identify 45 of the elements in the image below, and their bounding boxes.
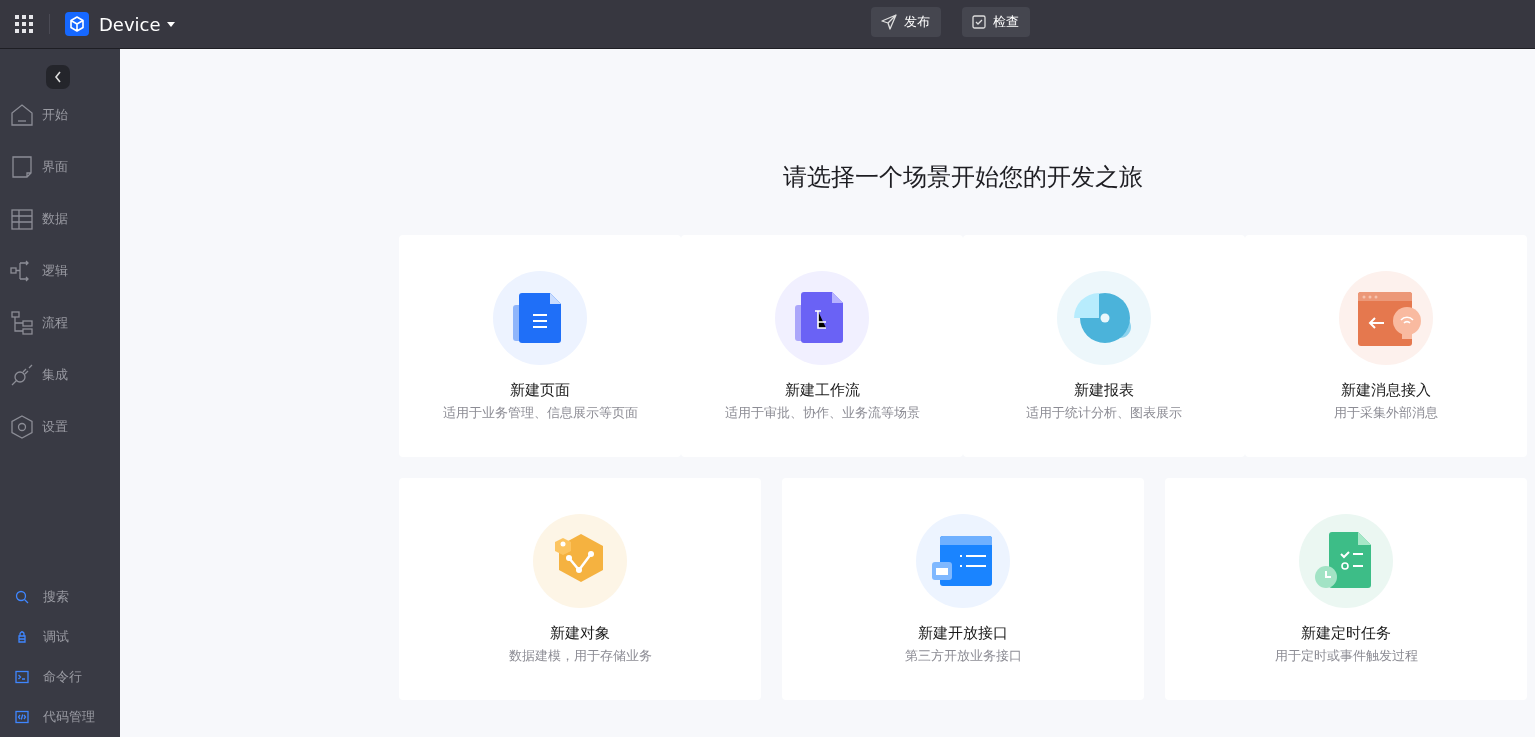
page-icon — [10, 155, 34, 179]
sidebar-item[interactable]: 数据 — [0, 193, 120, 245]
home-icon — [10, 103, 34, 127]
terminal-icon — [15, 670, 29, 684]
scenario-card[interactable]: 新建工作流 适用于审批、协作、业务流等场景 — [681, 235, 963, 457]
sidebar-item[interactable]: 设置 — [0, 401, 120, 453]
code-icon — [15, 710, 29, 724]
cube-logo-icon — [65, 12, 89, 36]
settings-icon — [10, 415, 34, 439]
search-icon — [15, 590, 29, 604]
sidebar-item[interactable]: 逻辑 — [0, 245, 120, 297]
sidebar-tool-item[interactable]: 调试 — [0, 617, 120, 657]
sidebar-item[interactable]: 开始 — [0, 89, 120, 141]
tree-icon — [10, 311, 34, 335]
app-name-dropdown[interactable]: Device — [99, 13, 175, 35]
page-heading: 请选择一个场景开始您的开发之旅 — [782, 162, 1144, 193]
window-list-icon — [916, 514, 1010, 608]
scenario-card[interactable]: 新建消息接入 用于采集外部消息 — [1245, 235, 1527, 457]
flow-document-icon — [775, 271, 869, 365]
sidebar-tool-item[interactable]: 命令行 — [0, 657, 120, 697]
window-bulb-icon — [1339, 271, 1433, 365]
chevron-left-icon — [54, 71, 62, 83]
plug-icon — [10, 363, 34, 387]
collapse-button[interactable] — [46, 65, 70, 89]
sidebar-tool-item[interactable]: 代码管理 — [0, 697, 120, 737]
scenario-card[interactable]: 新建页面 适用于业务管理、信息展示等页面 — [399, 235, 681, 457]
bug-icon — [15, 630, 29, 644]
document-icon — [493, 271, 587, 365]
table-icon — [10, 207, 34, 231]
publish-button[interactable]: 发布 — [871, 7, 941, 37]
checkbox-icon — [972, 15, 986, 29]
caret-icon — [166, 21, 175, 27]
scenario-card[interactable]: 新建对象 数据建模，用于存储业务 — [399, 478, 761, 700]
sidebar-tool-item[interactable]: 搜索 — [0, 577, 120, 617]
sidebar-item[interactable]: 流程 — [0, 297, 120, 349]
pie-chart-icon — [1057, 271, 1151, 365]
scenario-card[interactable]: 新建报表 适用于统计分析、图表展示 — [963, 235, 1245, 457]
sidebar-item[interactable]: 集成 — [0, 349, 120, 401]
checklist-clock-icon — [1299, 514, 1393, 608]
send-icon — [881, 14, 897, 30]
scenario-card[interactable]: 新建定时任务 用于定时或事件触发过程 — [1165, 478, 1527, 700]
check-button[interactable]: 检查 — [962, 7, 1030, 37]
app-grid-icon[interactable] — [15, 15, 33, 33]
sidebar-item[interactable]: 界面 — [0, 141, 120, 193]
scenario-card[interactable]: 新建开放接口 第三方开放业务接口 — [782, 478, 1144, 700]
